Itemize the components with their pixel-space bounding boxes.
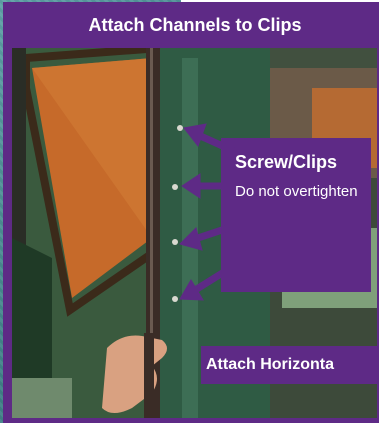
instruction-card: Attach Channels to Clips Screw/Clips Do …: [3, 2, 379, 423]
callout-body: Do not overtighten: [235, 183, 358, 200]
screw-clips-callout: Screw/Clips Do not overtighten: [221, 138, 371, 292]
callout-title: Screw/Clips: [235, 152, 338, 172]
next-section-title: Attach Horizonta: [201, 346, 379, 384]
step-title: Attach Channels to Clips: [88, 14, 302, 35]
